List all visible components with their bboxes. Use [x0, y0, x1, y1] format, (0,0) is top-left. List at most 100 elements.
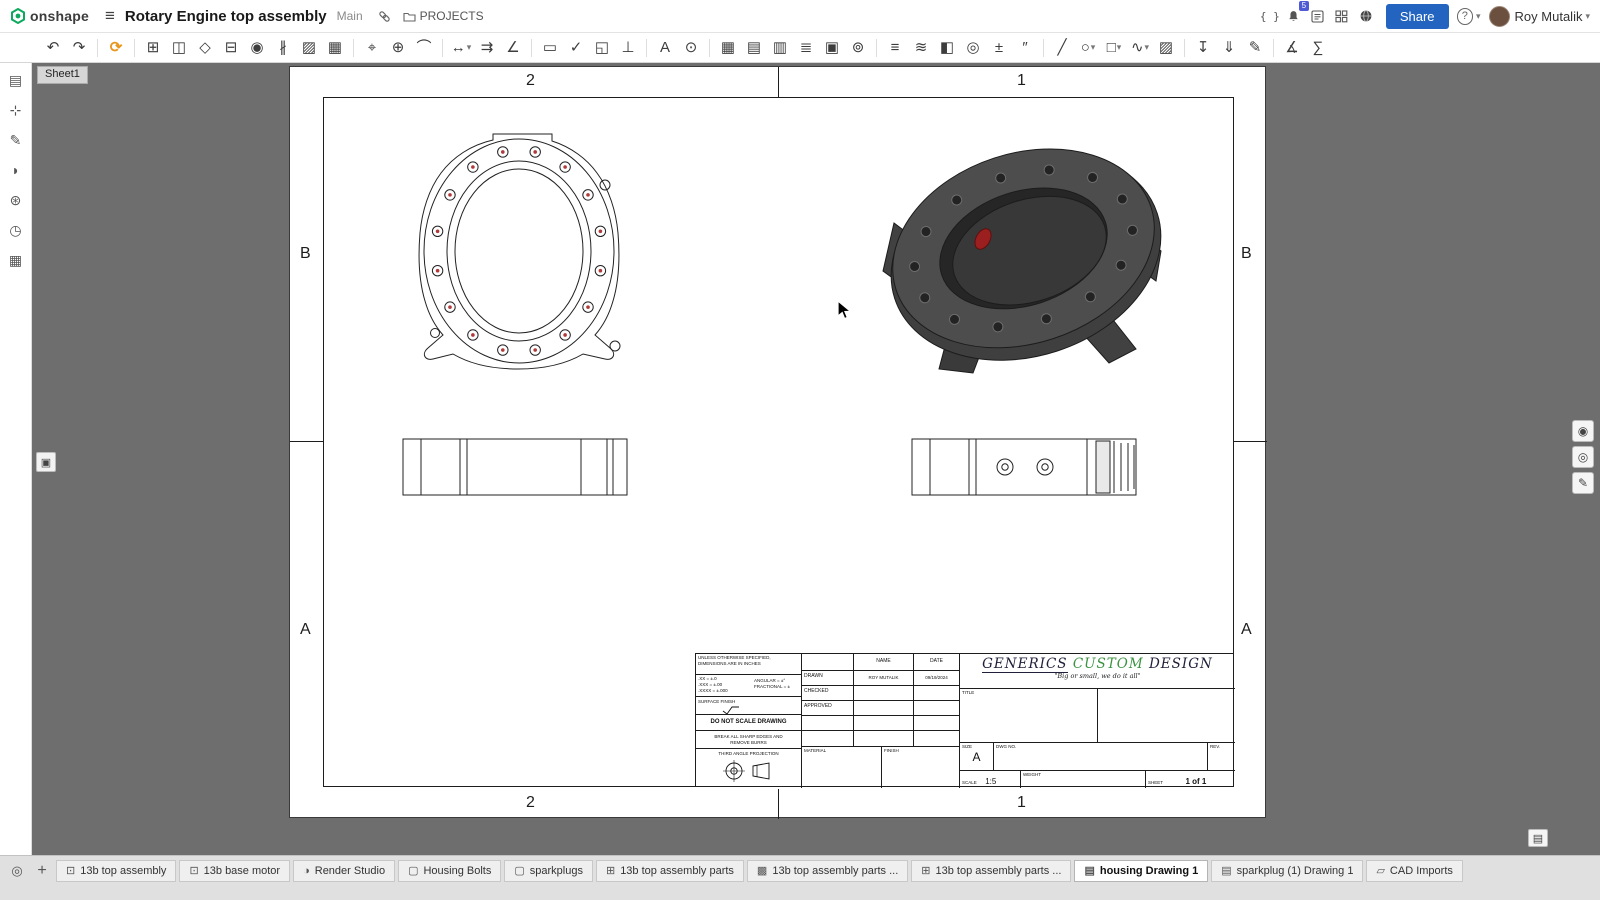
doc-tab-housing-drawing-1[interactable]: ▤housing Drawing 1 [1074, 860, 1208, 882]
title-block: UNLESS OTHERWISE SPECIFIED, DIMENSIONS A… [695, 653, 1234, 787]
doc-tab-13b-top-assembly-parts[interactable]: ⊞13b top assembly parts [596, 860, 744, 882]
sheet-list-button[interactable]: ▤ [4, 69, 28, 91]
measure-button[interactable]: ∡ [1281, 36, 1303, 60]
notifications-bell-icon[interactable]: 5 [1282, 4, 1306, 28]
sketch-rectangle-button[interactable]: □▾ [1103, 36, 1125, 60]
centerline-button[interactable]: ⌖ [361, 36, 383, 60]
ordinate-dimension-button[interactable]: ⇉ [476, 36, 498, 60]
doc-tab-13b-top-assembly[interactable]: ⊡13b top assembly [56, 860, 176, 882]
datum-button[interactable]: ⊥ [617, 36, 639, 60]
app-store-grid-icon[interactable] [1330, 4, 1354, 28]
undo-button[interactable]: ↶ [42, 36, 64, 60]
tables-panel-button[interactable]: ▦ [4, 249, 28, 271]
drawing-canvas[interactable]: Sheet1 ▣ [32, 63, 1600, 855]
table-button[interactable]: ▦ [717, 36, 739, 60]
doc-tab-sparkplugs[interactable]: ▢sparkplugs [504, 860, 593, 882]
share-button[interactable]: Share [1386, 4, 1449, 29]
user-name[interactable]: Roy Mutalik [1515, 9, 1583, 24]
line-style-icon: ≡ [891, 40, 900, 55]
chamfer-dimension-button[interactable]: ∠ [502, 36, 524, 60]
search-tabs-icon[interactable]: ◎ [6, 860, 28, 882]
updates-list-icon[interactable] [1306, 4, 1330, 28]
detail-view-button[interactable]: ◉ [246, 36, 268, 60]
doc-tab-13b-top-assembly-parts[interactable]: ▩13b top assembly parts ... [747, 860, 908, 882]
featurescript-icon[interactable]: { } [1258, 4, 1282, 28]
onshape-logo[interactable]: onshape [10, 8, 89, 24]
hatch-button[interactable]: ▨ [1155, 36, 1177, 60]
export-dxf-button[interactable]: ⇓ [1218, 36, 1240, 60]
left-sidebar: ▤ ⊹ ✎ ◗ ⊛ ◷ ▦ [0, 63, 32, 855]
marketplace-globe-icon[interactable] [1354, 4, 1378, 28]
note-button[interactable]: ▭ [539, 36, 561, 60]
hatch-icon: ▨ [1159, 40, 1173, 55]
break-out-view-button[interactable]: ▨ [298, 36, 320, 60]
surface-finish-symbol-button[interactable]: ✓ [565, 36, 587, 60]
dimension-button[interactable]: ↔▾ [450, 36, 472, 60]
tolerance-note: ANGULAR = ±° [754, 678, 785, 683]
link-icon[interactable] [373, 4, 397, 28]
comment-button[interactable]: ◗ [4, 159, 28, 181]
render-options-icon: ⊛ [10, 192, 22, 209]
restore-panel-button[interactable]: ▣ [36, 452, 56, 472]
sketch-line-button[interactable]: ╱ [1051, 36, 1073, 60]
update-views-button[interactable]: ⟳ [105, 36, 127, 60]
doc-tab-13b-base-motor[interactable]: ⊡13b base motor [179, 860, 290, 882]
doc-tab-housing-bolts[interactable]: ▢Housing Bolts [398, 860, 501, 882]
edge-color-button[interactable]: ◧ [936, 36, 958, 60]
insert-view-button[interactable]: ⊞ [142, 36, 164, 60]
hamburger-menu-icon[interactable]: ≡ [105, 6, 115, 26]
callout-button[interactable]: ▣ [821, 36, 843, 60]
redo-button[interactable]: ↷ [68, 36, 90, 60]
auxiliary-view-button[interactable]: ◇ [194, 36, 216, 60]
precision-button[interactable]: ± [988, 36, 1010, 60]
hole-table-button[interactable]: ▤ [743, 36, 765, 60]
doc-tab-cad-imports[interactable]: ▱CAD Imports [1366, 860, 1462, 882]
tangent-edges-button[interactable]: ⌒ [413, 36, 435, 60]
render-options-button[interactable]: ⊛ [4, 189, 28, 211]
sketch-circle-button[interactable]: ○▾ [1077, 36, 1099, 60]
help-button[interactable]: ?▾ [1457, 4, 1481, 28]
assembly-icon: ⊡ [189, 866, 198, 877]
doc-tab-sparkplug-1-drawing-1[interactable]: ▤sparkplug (1) Drawing 1 [1211, 860, 1363, 882]
user-menu-chevron-icon[interactable]: ▾ [1585, 11, 1590, 22]
scale-label: SCALE [960, 779, 977, 785]
crop-view-button[interactable]: ▦ [324, 36, 346, 60]
edit-appearance-button[interactable]: ✎ [1572, 472, 1594, 494]
geometric-tolerance-button[interactable]: ◱ [591, 36, 613, 60]
appearance-button[interactable]: ✎ [4, 129, 28, 151]
line-style-button[interactable]: ≡ [884, 36, 906, 60]
zone-label: 2 [526, 794, 535, 812]
section-view-button[interactable]: ⊟ [220, 36, 242, 60]
balloon-button[interactable]: ⊚ [847, 36, 869, 60]
center-mark-button[interactable]: ⊕ [387, 36, 409, 60]
find-button[interactable]: ⊙ [680, 36, 702, 60]
edit-line-button[interactable]: ✎ [1244, 36, 1266, 60]
bom-table-button[interactable]: ≣ [795, 36, 817, 60]
layers-button[interactable]: ≋ [910, 36, 932, 60]
history-button[interactable]: ◷ [4, 219, 28, 241]
revision-table-button[interactable]: ▥ [769, 36, 791, 60]
export-pdf-button[interactable]: ↧ [1192, 36, 1214, 60]
user-avatar[interactable] [1489, 6, 1510, 27]
layers-icon: ≋ [915, 40, 928, 55]
doc-tab-render-studio[interactable]: ◑Render Studio [293, 860, 395, 882]
snap-move-button[interactable]: ⊹ [4, 99, 28, 121]
sheet-tab[interactable]: Sheet1 [37, 66, 88, 84]
tab-label: Housing Bolts [423, 865, 491, 877]
broken-view-button[interactable]: ∦ [272, 36, 294, 60]
text-button[interactable]: A [654, 36, 676, 60]
new-tab-button[interactable]: + [31, 860, 53, 882]
projected-view-button[interactable]: ◫ [168, 36, 190, 60]
doc-tab-13b-top-assembly-parts[interactable]: ⊞13b top assembly parts ... [911, 860, 1071, 882]
units-button[interactable]: ″ [1014, 36, 1036, 60]
show-hide-entities-button[interactable]: ◎ [1572, 446, 1594, 468]
units-icon: ″ [1022, 40, 1027, 55]
show-hide-button[interactable]: ◎ [962, 36, 984, 60]
version-label[interactable]: Main [337, 9, 363, 23]
sketch-spline-button[interactable]: ∿▾ [1129, 36, 1151, 60]
breadcrumb[interactable]: PROJECTS [403, 9, 484, 23]
snap-move-icon: ⊹ [10, 102, 22, 119]
mass-properties-button[interactable]: ∑ [1307, 36, 1329, 60]
sheet-properties-button[interactable]: ▤ [1528, 829, 1548, 847]
view-options-button[interactable]: ◉ [1572, 420, 1594, 442]
